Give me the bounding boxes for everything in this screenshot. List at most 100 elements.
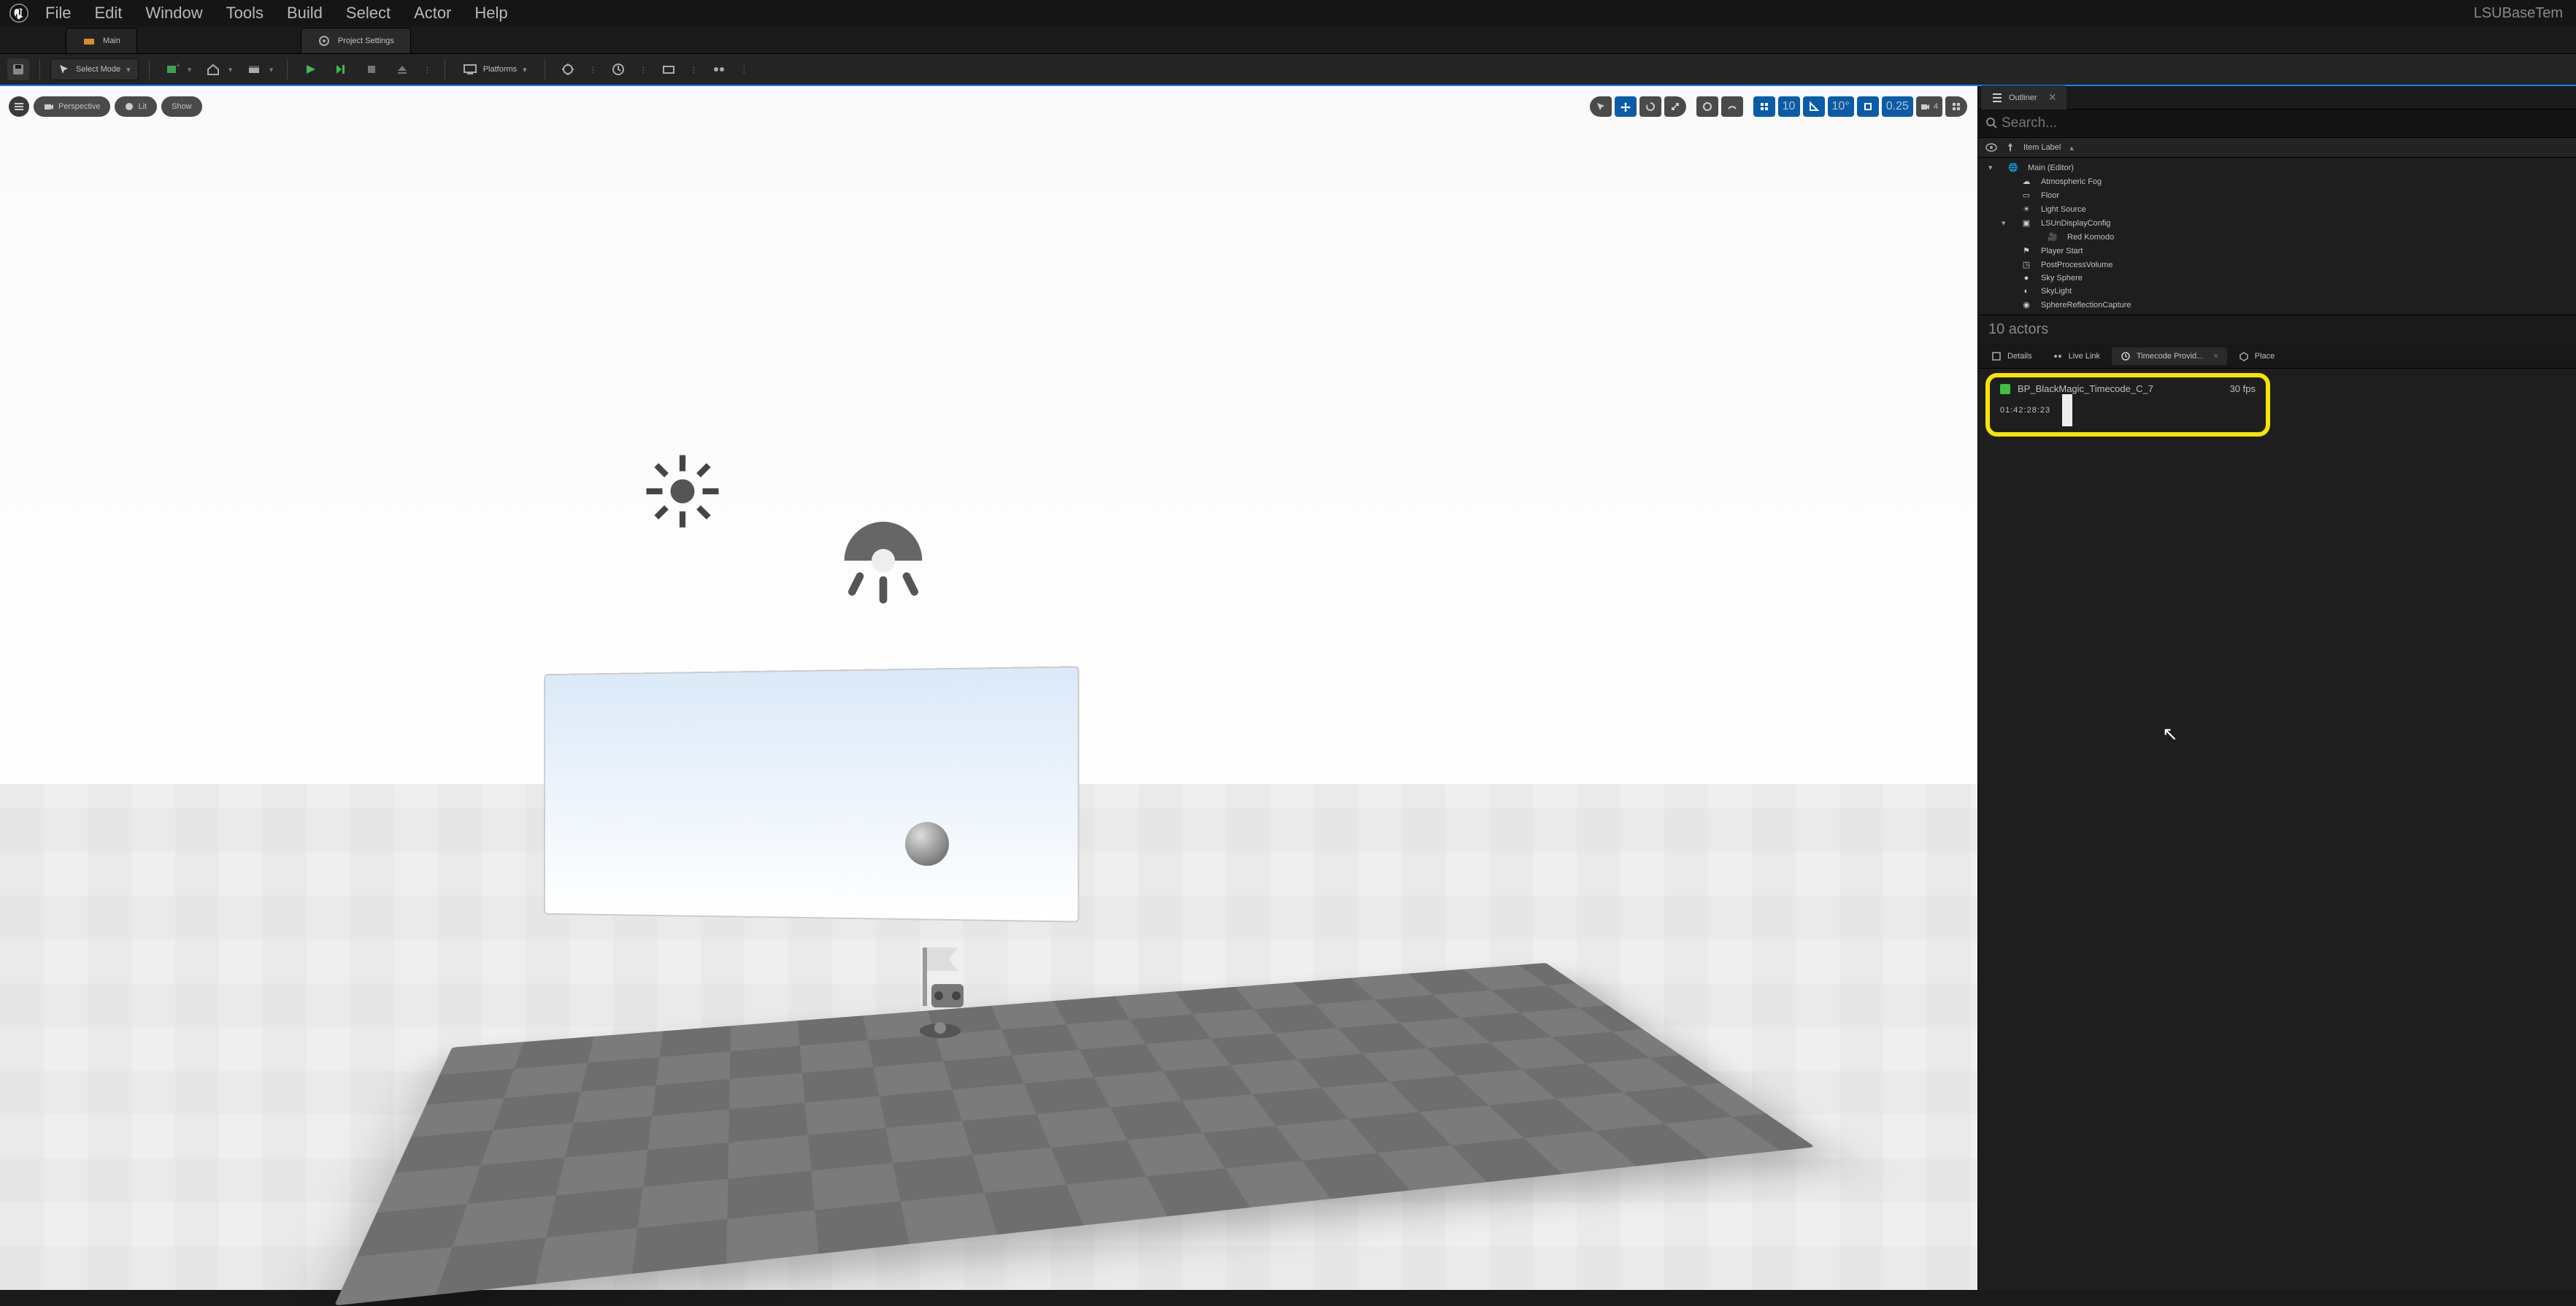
place-icon [2239,351,2249,361]
scale-snap-value[interactable]: 0.25 [1882,96,1913,117]
workspace: Perspective Lit Show 10 10° 0.25 4 [0,86,2576,1290]
close-icon[interactable]: × [2213,352,2218,361]
outliner-column-header[interactable]: Item Label ▴ [1978,138,2576,158]
menu-actor[interactable]: Actor [404,0,461,27]
tree-row[interactable]: ▭Floor [1978,188,2576,202]
chevron-down-icon[interactable]: ▾ [185,65,195,74]
settings-icon [318,34,331,47]
close-icon[interactable]: × [2049,90,2057,105]
right-panel-column: Outliner × Item Label ▴ ▾ 🌐 Main (Editor… [1977,86,2576,1290]
viewport-maximize-button[interactable] [1945,96,1967,117]
chevron-down-icon: ▾ [523,65,527,74]
menu-build[interactable]: Build [277,0,333,27]
tab-main-level[interactable]: Main [66,28,137,53]
tree-row[interactable]: ◉SphereReflectionCapture [1978,298,2576,312]
timecode-fps-label: 30 fps [2230,383,2256,394]
tree-row-world[interactable]: ▾ 🌐 Main (Editor) [1978,161,2576,174]
transform-rotate-button[interactable] [1639,96,1661,117]
transform-translate-button[interactable] [1615,96,1637,117]
player-start-gizmo[interactable] [911,940,984,1042]
options-icon[interactable]: ⋮ [586,65,600,74]
expander-icon[interactable]: ▾ [1988,163,1999,172]
world-icon: 🌐 [2006,163,2021,172]
angle-snap-value[interactable]: 10° [1828,96,1854,117]
tab-place-actors[interactable]: Place [2230,347,2284,365]
cursor-icon [58,64,70,75]
search-icon [1985,117,1999,130]
tree-row[interactable]: ●Sky Sphere [1978,272,2576,285]
virtualprod-button[interactable] [656,58,681,80]
tab-timecode-provider[interactable]: Timecode Provid... × [2112,347,2227,365]
menu-file[interactable]: File [35,0,81,27]
marketplace-button[interactable] [201,58,226,80]
options-icon[interactable]: ⋮ [737,65,751,74]
menu-edit[interactable]: Edit [84,0,132,27]
scale-snap-toggle[interactable] [1857,96,1879,117]
reflection-sphere[interactable] [905,822,949,866]
eject-button[interactable] [390,58,415,80]
outliner-search-input[interactable] [1999,112,2569,134]
tab-livelink[interactable]: Live Link [2044,347,2109,365]
trace-button[interactable] [555,58,580,80]
cinematics-button[interactable] [242,58,266,80]
tree-row[interactable]: ▾▣LSUnDisplayConfig [1978,216,2576,230]
lower-panels: Details Live Link Timecode Provid... × P… [1978,344,2576,1290]
transform-scale-button[interactable] [1664,96,1686,117]
tree-row[interactable]: 🎥Red Komodo [1978,230,2576,244]
skylight-icon: ◐ [2019,287,2034,296]
viewport-perspective-button[interactable]: Perspective [34,96,110,117]
tab-details[interactable]: Details [1983,347,2041,365]
play-options-icon[interactable]: ⋮ [420,65,434,74]
main-toolbar: Select Mode ▾ + ▾ ▾ ▾ ⋮ Platforms ▾ ⋮ ⋮ … [0,54,2576,86]
livelink-tool-button[interactable] [707,58,731,80]
expander-icon[interactable]: ▾ [2002,218,2012,228]
light-source-gizmo[interactable] [642,451,723,531]
viewport-lit-button[interactable]: Lit [115,96,157,117]
sort-asc-icon[interactable]: ▴ [2069,143,2074,153]
unreal-logo-icon[interactable] [6,0,32,26]
tree-row[interactable]: ☁Atmospheric Fog [1978,174,2576,188]
tab-label: Main [103,37,120,45]
camera-speed-button[interactable]: 4 [1916,96,1942,117]
grid-snap-toggle[interactable] [1753,96,1775,117]
menu-help[interactable]: Help [464,0,518,27]
viewport-canvas[interactable] [0,86,1977,1290]
surface-snap-button[interactable] [1721,96,1743,117]
coord-space-button[interactable] [1696,96,1718,117]
menu-tools[interactable]: Tools [216,0,274,27]
sphere-icon: ● [2019,274,2034,283]
transform-select-button[interactable] [1590,96,1612,117]
menu-select[interactable]: Select [336,0,401,27]
grid-snap-value[interactable]: 10 [1778,96,1800,117]
timecode-indicator [2062,394,2072,426]
level-viewport[interactable]: Perspective Lit Show 10 10° 0.25 4 [0,86,1977,1290]
led-wall-mesh[interactable] [544,666,1080,922]
tab-outliner[interactable]: Outliner × [1981,85,2066,110]
pin-icon[interactable] [2006,142,2015,153]
chevron-down-icon[interactable]: ▾ [226,65,236,74]
viewport-options-button[interactable] [9,96,29,117]
tree-row[interactable]: ◐SkyLight [1978,285,2576,298]
chevron-down-icon[interactable]: ▾ [266,65,277,74]
viewport-show-button[interactable]: Show [161,96,202,117]
menu-bar: File Edit Window Tools Build Select Acto… [0,0,2576,26]
skip-button[interactable] [328,58,353,80]
tree-row[interactable]: ⚑Player Start [1978,244,2576,258]
add-content-button[interactable]: + [160,58,185,80]
stop-button[interactable] [359,58,384,80]
save-button[interactable] [7,58,29,80]
sequencer-button[interactable] [606,58,631,80]
angle-snap-toggle[interactable] [1803,96,1825,117]
play-button[interactable] [298,58,323,80]
outliner-status-label: 10 actors [1978,315,2576,344]
editor-mode-select[interactable]: Select Mode ▾ [50,58,139,80]
tab-project-settings[interactable]: Project Settings [301,28,411,53]
options-icon[interactable]: ⋮ [687,65,701,74]
tree-row[interactable]: ☀Light Source [1978,202,2576,216]
tree-row[interactable]: ◳PostProcessVolume [1978,258,2576,272]
menu-window[interactable]: Window [135,0,212,27]
eye-icon[interactable] [1985,143,1997,152]
skylight-gizmo[interactable] [825,502,942,619]
platforms-button[interactable]: Platforms ▾ [455,59,534,80]
options-icon[interactable]: ⋮ [637,65,650,74]
